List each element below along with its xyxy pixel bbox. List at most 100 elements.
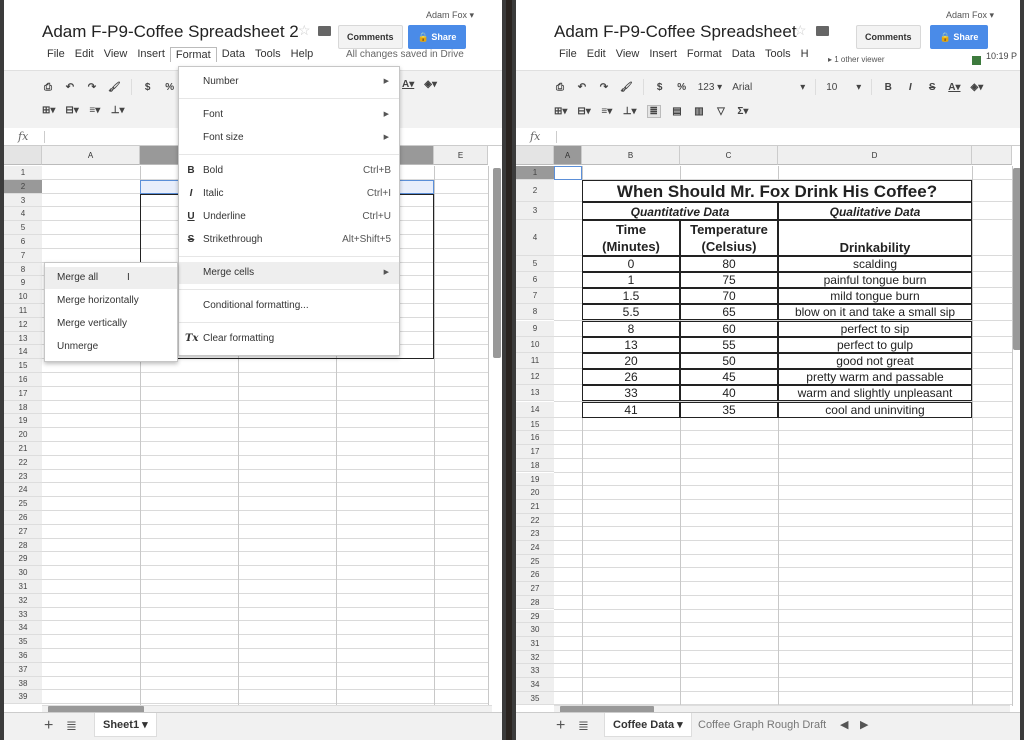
row-header[interactable]: 4 — [516, 219, 554, 256]
star-icon[interactable]: ☆ — [298, 22, 311, 39]
menu-item-merge-all[interactable]: Merge all I — [45, 267, 177, 289]
row-header[interactable]: 8 — [516, 304, 554, 321]
menu-view[interactable]: View — [611, 47, 645, 61]
time-cell[interactable]: 20 — [582, 352, 680, 370]
valign-icon[interactable]: ⊥▾ — [623, 106, 637, 117]
menu-edit[interactable]: Edit — [582, 47, 611, 61]
row-header[interactable]: 19 — [4, 414, 42, 429]
temperature-cell[interactable]: 40 — [680, 385, 778, 402]
account-menu[interactable]: Adam Fox ▾ — [426, 10, 474, 21]
menu-help[interactable]: H — [796, 47, 814, 61]
menu-format[interactable]: Format — [682, 47, 727, 61]
menu-insert[interactable]: Insert — [644, 47, 682, 61]
row-header[interactable]: 2 — [516, 179, 554, 202]
column-header[interactable]: A — [554, 146, 582, 165]
drinkability-cell[interactable]: perfect to gulp — [778, 336, 972, 353]
chevron-down-icon[interactable]: ▾ — [800, 82, 805, 93]
menu-insert[interactable]: Insert — [132, 47, 170, 62]
temperature-cell[interactable]: 65 — [680, 304, 778, 321]
temperature-cell[interactable]: 75 — [680, 271, 778, 289]
redo-icon[interactable]: ↷ — [86, 82, 98, 93]
time-cell[interactable]: 13 — [582, 336, 680, 353]
row-header[interactable]: 6 — [516, 271, 554, 289]
temperature-cell[interactable]: 55 — [680, 336, 778, 353]
merge-icon[interactable]: ⊟▾ — [65, 105, 78, 116]
menu-item-font[interactable]: Font ▶ — [179, 104, 399, 126]
row-header[interactable]: 23 — [516, 527, 554, 541]
paint-format-icon[interactable]: 🖌 — [620, 82, 633, 93]
drinkability-cell[interactable]: perfect to sip — [778, 320, 972, 337]
drinkability-cell[interactable]: mild tongue burn — [778, 288, 972, 305]
merge-icon[interactable]: ⊟▾ — [577, 106, 590, 117]
row-header[interactable]: 39 — [4, 690, 42, 705]
menu-item-merge-vertically[interactable]: Merge vertically — [45, 313, 177, 335]
row-header[interactable]: 15 — [516, 417, 554, 432]
row-header[interactable]: 7 — [4, 248, 42, 263]
star-icon[interactable]: ☆ — [794, 22, 807, 39]
column-header[interactable]: D — [778, 146, 972, 165]
sheet-list-icon[interactable]: ≣ — [66, 718, 77, 734]
row-header[interactable]: 9 — [4, 276, 42, 291]
share-button[interactable]: 🔒 Share — [930, 25, 988, 49]
active-cell[interactable] — [554, 166, 582, 180]
row-header[interactable]: 27 — [4, 524, 42, 539]
row-header[interactable]: 29 — [4, 552, 42, 567]
row-header[interactable]: 33 — [4, 607, 42, 622]
paint-format-icon[interactable]: 🖌 — [108, 82, 121, 93]
borders-icon[interactable]: ⊞▾ — [42, 105, 55, 116]
chart-icon[interactable]: ▥ — [693, 106, 705, 117]
row-header[interactable]: 34 — [516, 678, 554, 692]
drinkability-cell[interactable]: blow on it and take a small sip — [778, 304, 972, 321]
folder-icon[interactable] — [816, 26, 829, 36]
row-header[interactable]: 22 — [516, 513, 554, 528]
font-size-dropdown[interactable]: 10 — [826, 82, 846, 93]
row-header[interactable]: 3 — [4, 193, 42, 208]
row-header[interactable]: 12 — [4, 317, 42, 332]
row-header[interactable]: 30 — [4, 566, 42, 580]
menu-help[interactable]: Help — [286, 47, 319, 62]
row-header[interactable]: 4 — [4, 207, 42, 222]
vertical-scrollbar[interactable] — [1013, 168, 1020, 350]
row-header[interactable]: 28 — [516, 595, 554, 610]
sheet-list-icon[interactable]: ≣ — [578, 718, 589, 734]
drinkability-cell[interactable]: scalding — [778, 255, 972, 272]
row-header[interactable]: 37 — [4, 662, 42, 677]
menu-tools[interactable]: Tools — [760, 47, 796, 61]
menu-format[interactable]: Format — [169, 47, 217, 62]
row-header[interactable]: 7 — [516, 288, 554, 305]
time-column-header[interactable]: Time (Minutes) — [582, 219, 680, 256]
doc-title[interactable]: Adam F-P9-Coffee Spreadsheet 2 — [42, 22, 299, 42]
row-header[interactable]: 10 — [516, 336, 554, 353]
italic-icon[interactable]: I — [904, 82, 916, 93]
add-sheet-button[interactable]: + — [44, 717, 53, 735]
percent-icon[interactable]: % — [164, 82, 176, 93]
menu-item-merge-horizontally[interactable]: Merge horizontally — [45, 290, 177, 312]
vertical-scrollbar[interactable] — [493, 168, 501, 358]
filter-icon[interactable]: ▽ — [715, 106, 727, 117]
qualitative-header[interactable]: Qualitative Data — [778, 201, 972, 220]
comments-button[interactable]: Comments — [338, 25, 403, 49]
row-header[interactable]: 32 — [4, 593, 42, 608]
row-header[interactable]: 24 — [4, 483, 42, 498]
row-header[interactable]: 28 — [4, 538, 42, 553]
row-header[interactable]: 1 — [4, 166, 42, 180]
row-header[interactable]: 38 — [4, 676, 42, 691]
drinkability-column-header[interactable]: Drinkability — [778, 219, 972, 256]
row-header[interactable]: 3 — [516, 201, 554, 220]
row-header[interactable]: 11 — [516, 352, 554, 370]
font-dropdown[interactable]: Arial — [732, 82, 790, 93]
row-header[interactable]: 35 — [516, 691, 554, 706]
currency-icon[interactable]: $ — [142, 82, 154, 93]
fill-color-icon[interactable]: ◈▾ — [971, 82, 984, 93]
column-header[interactable]: C — [680, 146, 778, 165]
menu-item-clear-formatting[interactable]: Tx Clear formatting — [179, 328, 399, 350]
row-header[interactable]: 13 — [516, 385, 554, 402]
row-header[interactable]: 20 — [4, 428, 42, 442]
row-header[interactable]: 16 — [4, 373, 42, 387]
print-icon[interactable]: ⎙ — [42, 82, 54, 93]
row-header[interactable]: 23 — [4, 469, 42, 484]
row-header[interactable]: 1 — [516, 166, 554, 180]
valign-icon[interactable]: ⊥▾ — [111, 105, 125, 116]
row-header[interactable]: 10 — [4, 290, 42, 304]
row-header[interactable]: 34 — [4, 621, 42, 636]
